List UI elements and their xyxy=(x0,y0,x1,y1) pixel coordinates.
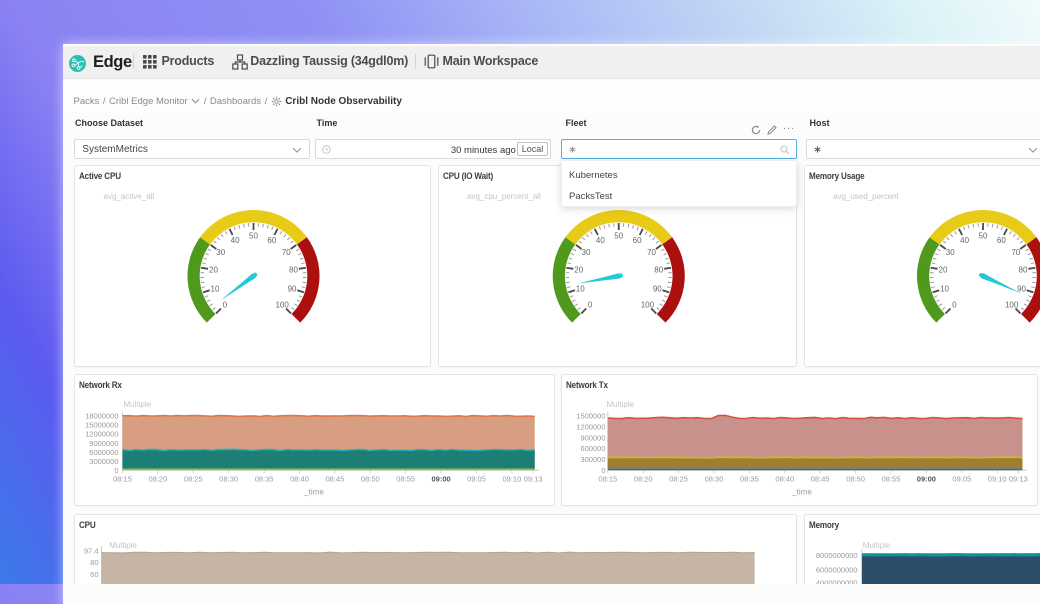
svg-text:100: 100 xyxy=(1004,300,1018,309)
svg-text:70: 70 xyxy=(1011,248,1020,257)
svg-text:09:10: 09:10 xyxy=(503,474,522,483)
svg-text:12000000: 12000000 xyxy=(85,429,118,438)
svg-text:09:13: 09:13 xyxy=(524,474,543,483)
svg-text:70: 70 xyxy=(647,248,656,257)
svg-text:60: 60 xyxy=(267,235,276,244)
svg-text:30: 30 xyxy=(216,248,225,257)
svg-text:20: 20 xyxy=(938,265,947,274)
svg-text:09:05: 09:05 xyxy=(952,474,971,483)
svg-text:30: 30 xyxy=(581,248,590,257)
svg-text:0: 0 xyxy=(223,300,228,309)
svg-text:08:55: 08:55 xyxy=(396,474,415,483)
svg-text:20: 20 xyxy=(209,265,218,274)
svg-text:8000000000: 8000000000 xyxy=(816,550,858,559)
svg-text:90: 90 xyxy=(652,284,661,293)
svg-text:40: 40 xyxy=(960,235,969,244)
svg-text:70: 70 xyxy=(282,248,291,257)
svg-text:80: 80 xyxy=(1018,265,1027,274)
svg-text:08:35: 08:35 xyxy=(255,474,274,483)
svg-text:_time: _time xyxy=(791,487,812,496)
svg-text:08:50: 08:50 xyxy=(361,474,380,483)
svg-text:60: 60 xyxy=(632,235,641,244)
svg-text:80: 80 xyxy=(654,265,663,274)
svg-text:60: 60 xyxy=(996,235,1005,244)
svg-text:6000000: 6000000 xyxy=(89,447,118,456)
svg-text:08:45: 08:45 xyxy=(326,474,345,483)
svg-text:08:15: 08:15 xyxy=(113,474,132,483)
svg-text:600000: 600000 xyxy=(580,444,605,453)
svg-text:08:15: 08:15 xyxy=(598,474,617,483)
svg-text:50: 50 xyxy=(614,231,623,240)
svg-text:15000000: 15000000 xyxy=(85,420,118,429)
svg-text:40: 40 xyxy=(231,235,240,244)
svg-text:08:50: 08:50 xyxy=(846,474,865,483)
svg-text:80: 80 xyxy=(289,265,298,274)
svg-text:08:25: 08:25 xyxy=(184,474,203,483)
svg-text:40: 40 xyxy=(595,235,604,244)
svg-text:08:55: 08:55 xyxy=(881,474,900,483)
svg-text:08:25: 08:25 xyxy=(669,474,688,483)
svg-text:08:40: 08:40 xyxy=(775,474,794,483)
svg-text:08:20: 08:20 xyxy=(633,474,652,483)
svg-text:09:00: 09:00 xyxy=(432,474,451,483)
svg-text:08:45: 08:45 xyxy=(810,474,829,483)
svg-text:50: 50 xyxy=(249,231,258,240)
svg-text:0: 0 xyxy=(952,300,957,309)
svg-text:10: 10 xyxy=(575,284,584,293)
svg-text:08:30: 08:30 xyxy=(704,474,723,483)
svg-text:1500000: 1500000 xyxy=(576,411,605,420)
svg-text:9000000: 9000000 xyxy=(89,438,118,447)
svg-text:08:30: 08:30 xyxy=(219,474,238,483)
svg-text:30: 30 xyxy=(945,248,954,257)
svg-text:09:10: 09:10 xyxy=(987,474,1006,483)
svg-text:100: 100 xyxy=(640,300,654,309)
svg-text:90: 90 xyxy=(288,284,297,293)
svg-text:18000000: 18000000 xyxy=(85,411,118,420)
svg-text:08:40: 08:40 xyxy=(290,474,309,483)
svg-text:09:00: 09:00 xyxy=(916,474,935,483)
svg-text:1200000: 1200000 xyxy=(576,422,605,431)
svg-text:900000: 900000 xyxy=(580,433,605,442)
svg-text:10: 10 xyxy=(211,284,220,293)
svg-text:20: 20 xyxy=(574,265,583,274)
svg-text:97.4: 97.4 xyxy=(84,546,99,555)
svg-text:60: 60 xyxy=(90,569,98,578)
svg-text:100: 100 xyxy=(275,300,289,309)
svg-text:08:35: 08:35 xyxy=(740,474,759,483)
svg-text:09:13: 09:13 xyxy=(1009,474,1028,483)
svg-text:50: 50 xyxy=(978,231,987,240)
svg-text:09:05: 09:05 xyxy=(467,474,486,483)
svg-text:80: 80 xyxy=(90,558,98,567)
svg-text:300000: 300000 xyxy=(580,455,605,464)
svg-text:6000000000: 6000000000 xyxy=(816,565,858,574)
svg-text:3000000: 3000000 xyxy=(89,456,118,465)
svg-text:_time: _time xyxy=(303,487,324,496)
svg-text:10: 10 xyxy=(940,284,949,293)
svg-text:4000000000: 4000000000 xyxy=(816,578,858,584)
svg-text:08:20: 08:20 xyxy=(149,474,168,483)
svg-text:0: 0 xyxy=(587,300,592,309)
